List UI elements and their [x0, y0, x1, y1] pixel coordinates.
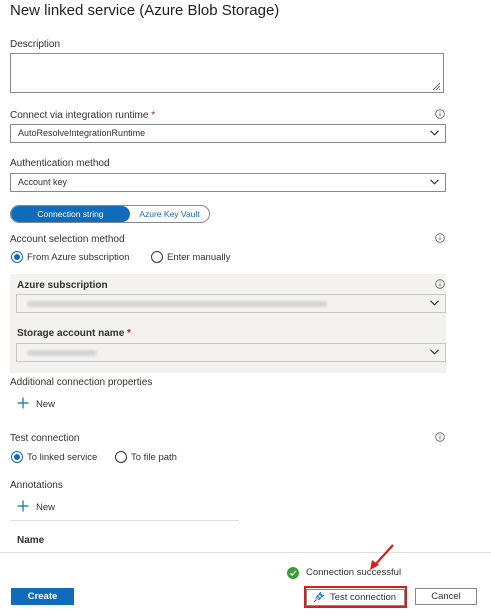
redacted-subscription-value: [27, 301, 327, 307]
annotations-label: Annotations: [10, 480, 63, 491]
chevron-down-icon: [430, 300, 439, 306]
redacted-storage-account-value: [27, 350, 97, 356]
additional-properties-label: Additional connection properties: [10, 377, 153, 388]
connection-type-toggle: Connection string Azure Key Vault: [10, 205, 210, 223]
description-label: Description: [10, 39, 61, 50]
annotations-divider: [10, 520, 239, 521]
chevron-down-icon: [430, 130, 439, 136]
storage-account-label: Storage account name *: [17, 328, 131, 339]
radio-enter-manually[interactable]: [151, 251, 163, 263]
chevron-down-icon: [430, 179, 439, 185]
runtime-label: Connect via integration runtime *: [10, 110, 156, 121]
radio-label-to-linked-service[interactable]: To linked service: [27, 452, 97, 463]
runtime-dropdown-value: AutoResolveIntegrationRuntime: [18, 128, 146, 138]
subscription-label: Azure subscription: [17, 280, 108, 291]
chevron-down-icon: [430, 349, 439, 355]
add-annotation-button[interactable]: New: [36, 502, 55, 513]
storage-account-dropdown[interactable]: [16, 343, 446, 362]
cancel-button[interactable]: Cancel: [415, 588, 477, 605]
create-button[interactable]: Create: [11, 588, 74, 605]
radio-label-from-azure-subscription[interactable]: From Azure subscription: [27, 252, 129, 263]
success-check-icon: [287, 567, 299, 579]
radio-from-azure-subscription[interactable]: [11, 251, 23, 263]
info-icon[interactable]: [435, 279, 445, 289]
annotation-highlight-box: [304, 586, 407, 608]
description-textarea[interactable]: [10, 53, 444, 93]
plus-icon[interactable]: [17, 397, 29, 409]
auth-label: Authentication method: [10, 158, 110, 169]
auth-dropdown-value: Account key: [18, 177, 68, 187]
info-icon[interactable]: [435, 233, 445, 243]
auth-dropdown[interactable]: Account key: [10, 173, 446, 192]
tab-connection-string[interactable]: Connection string: [11, 206, 130, 222]
subscription-dropdown[interactable]: [16, 294, 446, 313]
add-connection-property-button[interactable]: New: [36, 399, 55, 410]
info-icon[interactable]: [435, 432, 445, 442]
plus-icon[interactable]: [17, 500, 29, 512]
page-title: New linked service (Azure Blob Storage): [10, 2, 280, 19]
footer-divider: [0, 552, 491, 553]
runtime-dropdown[interactable]: AutoResolveIntegrationRuntime: [10, 124, 446, 143]
test-connection-label: Test connection: [10, 433, 80, 444]
resize-grip-icon[interactable]: [432, 82, 440, 90]
annotations-name-header: Name: [17, 535, 45, 546]
radio-to-file-path[interactable]: [115, 451, 127, 463]
account-selection-label: Account selection method: [10, 234, 125, 245]
tab-azure-key-vault[interactable]: Azure Key Vault: [130, 206, 209, 222]
radio-label-enter-manually[interactable]: Enter manually: [167, 252, 230, 263]
radio-label-to-file-path[interactable]: To file path: [131, 452, 177, 463]
info-icon[interactable]: [435, 109, 445, 119]
annotation-arrow-icon: [370, 544, 394, 570]
radio-to-linked-service[interactable]: [11, 451, 23, 463]
